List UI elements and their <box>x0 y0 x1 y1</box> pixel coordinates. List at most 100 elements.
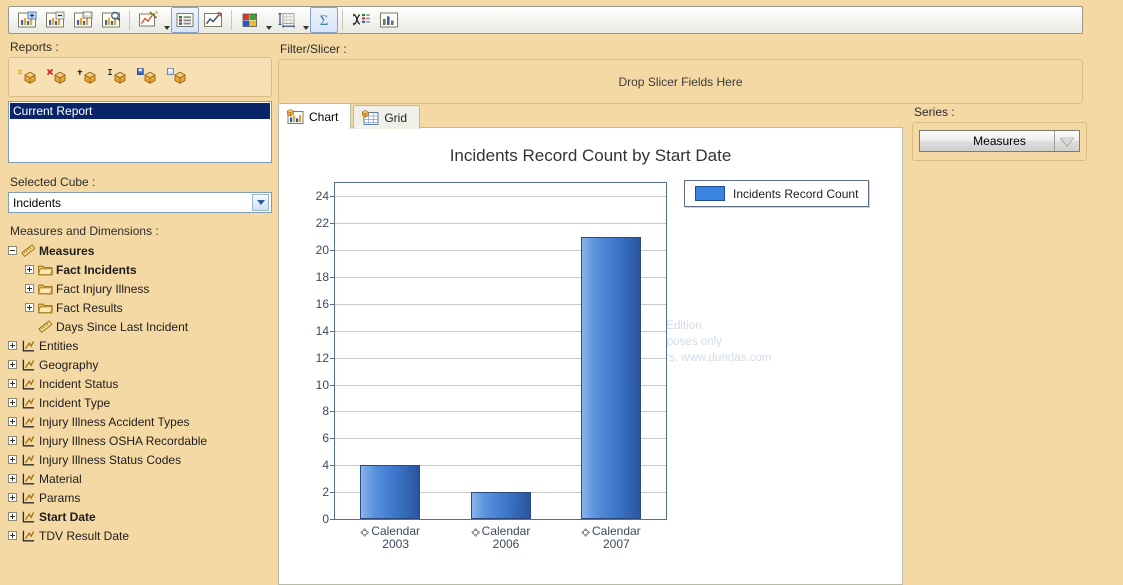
selected-cube-value: Incidents <box>13 195 62 210</box>
chart-bar-icon[interactable] <box>375 7 403 33</box>
grid-line <box>335 223 666 225</box>
expand-plus-icon[interactable] <box>8 341 17 350</box>
expand-plus-icon[interactable] <box>8 398 17 407</box>
main-toolbar: Σ <box>8 6 1083 34</box>
chart-bar[interactable] <box>580 236 641 519</box>
axis-scale-icon[interactable] <box>273 7 301 33</box>
reports-list[interactable]: Current Report <box>8 101 272 163</box>
expand-plus-icon[interactable] <box>8 417 17 426</box>
tree-node-fact-injury-illness[interactable]: Fact Injury Illness <box>8 279 272 298</box>
delete-report-icon[interactable] <box>46 67 67 87</box>
swap-axes-icon[interactable] <box>347 7 375 33</box>
dimension-icon <box>21 415 36 429</box>
expand-plus-icon[interactable] <box>8 379 17 388</box>
chart-legend[interactable]: Incidents Record Count <box>684 180 870 207</box>
tree-node-injury-illness-osha-recordable[interactable]: Injury Illness OSHA Recordable <box>8 431 272 450</box>
chart-bar[interactable] <box>360 465 421 519</box>
y-axis-tick-label: 8 <box>322 404 329 419</box>
y-axis-tick-label: 6 <box>322 431 329 446</box>
tree-node-material[interactable]: Material <box>8 469 272 488</box>
drilldown-icon[interactable] <box>360 527 370 538</box>
series-measures-button[interactable]: Measures <box>919 130 1080 152</box>
palette-icon[interactable] <box>236 7 264 33</box>
tree-node-tdv-result-date[interactable]: TDV Result Date <box>8 526 272 545</box>
add-report-icon[interactable] <box>77 67 97 87</box>
drilldown-icon[interactable] <box>581 527 590 538</box>
save-report-icon[interactable] <box>136 67 157 87</box>
print-chart-icon[interactable] <box>69 7 97 33</box>
y-axis-tick-label: 0 <box>322 512 329 526</box>
tree-node-injury-illness-accident-types[interactable]: Injury Illness Accident Types <box>8 412 272 431</box>
x-axis-tick-label[interactable]: Calendar 2007 <box>581 525 641 551</box>
tree-node-measures[interactable]: Measures <box>8 241 272 260</box>
selected-cube-dropdown[interactable]: Incidents <box>8 192 272 213</box>
tree-node-params[interactable]: Params <box>8 488 272 507</box>
expand-plus-icon[interactable] <box>8 474 17 483</box>
chart-bar[interactable] <box>470 492 531 519</box>
expand-plus-icon[interactable] <box>8 360 17 369</box>
series-groupbox: Measures <box>912 122 1087 161</box>
y-axis-tick-mark <box>330 250 335 252</box>
tree-node-fact-incidents[interactable]: Fact Incidents <box>8 260 272 279</box>
chart-wizard-icon[interactable] <box>134 7 162 33</box>
chart-properties-icon[interactable] <box>97 7 125 33</box>
x-axis-tick-label[interactable]: Calendar 2006 <box>470 525 530 551</box>
slicer-dropzone[interactable]: Drop Slicer Fields Here <box>278 59 1083 104</box>
application-window: Σ Reports : Current Report Selected Cube… <box>0 0 1123 585</box>
chevron-down-icon[interactable] <box>1054 131 1079 151</box>
tree-node-label: Injury Illness OSHA Recordable <box>39 433 208 448</box>
expand-plus-icon[interactable] <box>8 512 17 521</box>
folder-icon <box>38 263 53 277</box>
drilldown-icon[interactable] <box>470 527 480 538</box>
y-axis-tick-label: 14 <box>315 323 329 338</box>
tree-node-label: Incident Type <box>39 395 111 410</box>
tree-node-entities[interactable]: Entities <box>8 336 272 355</box>
expand-plus-icon[interactable] <box>25 265 34 274</box>
chevron-down-icon[interactable] <box>252 194 269 211</box>
tree-node-incident-status[interactable]: Incident Status <box>8 374 272 393</box>
chevron-down-icon[interactable] <box>301 6 310 34</box>
new-report-icon[interactable] <box>17 67 37 87</box>
y-axis-tick-mark <box>330 196 335 198</box>
totals-sigma-icon[interactable]: Σ <box>310 7 338 33</box>
tree-node-injury-illness-status-codes[interactable]: Injury Illness Status Codes <box>8 450 272 469</box>
tree-node-incident-type[interactable]: Incident Type <box>8 393 272 412</box>
chart-tab-icon <box>287 108 304 125</box>
expand-plus-icon[interactable] <box>8 531 17 540</box>
dimension-icon <box>21 358 36 372</box>
expand-plus-icon[interactable] <box>25 303 34 312</box>
tree-node-geography[interactable]: Geography <box>8 355 272 374</box>
x-axis-tick-label[interactable]: Calendar 2003 <box>360 525 420 551</box>
tab-grid[interactable]: Grid <box>353 105 421 129</box>
report-list-item[interactable]: Current Report <box>10 103 270 119</box>
show-legend-icon[interactable] <box>171 7 199 33</box>
chevron-down-icon[interactable] <box>162 6 171 34</box>
tree-node-fact-results[interactable]: Fact Results <box>8 298 272 317</box>
legend-entry-label: Incidents Record Count <box>733 186 859 201</box>
grid-line <box>335 196 666 198</box>
tree-node-label: Start Date <box>39 509 96 524</box>
expand-plus-icon[interactable] <box>8 455 17 464</box>
measures-dimensions-tree: Measures Fact Incidents Fact Injury Illnes… <box>8 241 272 545</box>
tree-node-label: Entities <box>39 338 79 353</box>
y-axis-tick-mark <box>330 277 335 279</box>
tree-node-days-since-last-incident[interactable]: Days Since Last Incident <box>8 317 272 336</box>
chevron-down-icon[interactable] <box>264 6 273 34</box>
svg-text:Σ: Σ <box>320 13 329 29</box>
save-as-report-icon[interactable] <box>166 67 187 87</box>
rename-report-icon[interactable] <box>107 67 127 87</box>
expand-plus-icon[interactable] <box>8 493 17 502</box>
y-axis-tick-label: 24 <box>315 189 329 204</box>
y-axis-tick-mark <box>330 303 335 305</box>
remove-chart-series-icon[interactable] <box>41 7 69 33</box>
chart-type-line-icon[interactable] <box>199 7 227 33</box>
collapse-minus-icon[interactable] <box>8 246 17 255</box>
tree-node-label: TDV Result Date <box>39 528 130 543</box>
folder-icon <box>38 282 53 296</box>
add-chart-series-icon[interactable] <box>13 7 41 33</box>
tab-chart[interactable]: Chart <box>278 103 352 129</box>
expand-plus-icon[interactable] <box>8 436 17 445</box>
tree-node-start-date[interactable]: Start Date <box>8 507 272 526</box>
expand-plus-icon[interactable] <box>25 284 34 293</box>
